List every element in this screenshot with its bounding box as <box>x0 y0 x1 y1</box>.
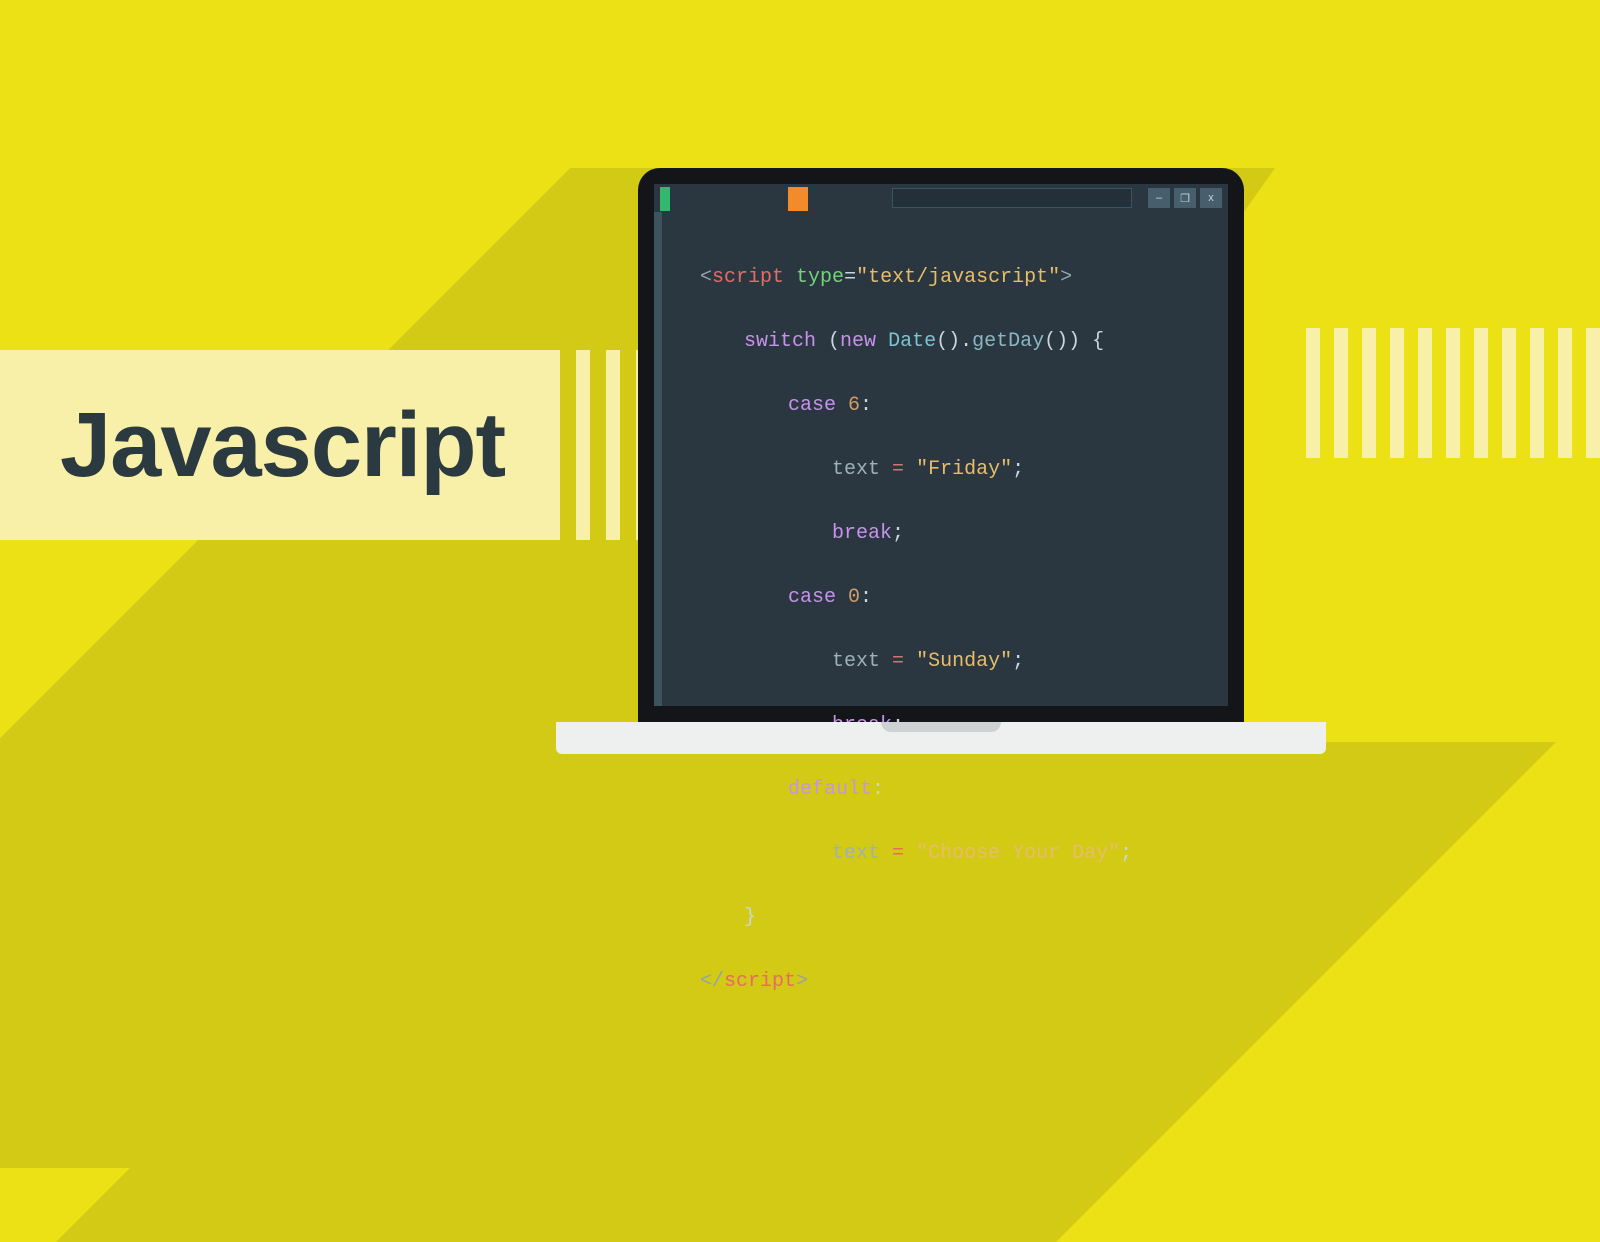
editor-menubar <box>892 188 1132 208</box>
code-line: <script type="text/javascript"> <box>700 262 1218 294</box>
title-band: Javascript <box>0 350 560 540</box>
tab-indicator-active <box>660 187 670 211</box>
decorative-stripes-right <box>1306 328 1600 458</box>
code-line: } <box>700 902 1218 934</box>
editor-gutter <box>654 212 662 706</box>
code-line: text = "Choose Your Day"; <box>700 838 1218 870</box>
code-line: case 6: <box>700 390 1218 422</box>
window-minimize-button[interactable]: – <box>1148 188 1170 208</box>
code-line: text = "Sunday"; <box>700 646 1218 678</box>
code-line: case 0: <box>700 582 1218 614</box>
code-editor: – ❐ x <script type="text/javascript"> sw… <box>654 184 1228 706</box>
code-line: switch (new Date().getDay()) { <box>700 326 1218 358</box>
code-line: default: <box>700 774 1218 806</box>
window-close-button[interactable]: x <box>1200 188 1222 208</box>
laptop-screen-bezel: – ❐ x <script type="text/javascript"> sw… <box>638 168 1244 722</box>
window-maximize-button[interactable]: ❐ <box>1174 188 1196 208</box>
page-title: Javascript <box>60 393 505 498</box>
code-line: break; <box>700 518 1218 550</box>
laptop: – ❐ x <script type="text/javascript"> sw… <box>618 168 1264 758</box>
editor-topbar: – ❐ x <box>654 184 1228 212</box>
laptop-base <box>556 722 1326 754</box>
laptop-trackpad-notch <box>881 722 1001 732</box>
code-line: text = "Friday"; <box>700 454 1218 486</box>
code-line: </script> <box>700 966 1218 998</box>
tab-indicator-modified <box>788 187 808 211</box>
code-content: <script type="text/javascript"> switch (… <box>700 230 1218 696</box>
